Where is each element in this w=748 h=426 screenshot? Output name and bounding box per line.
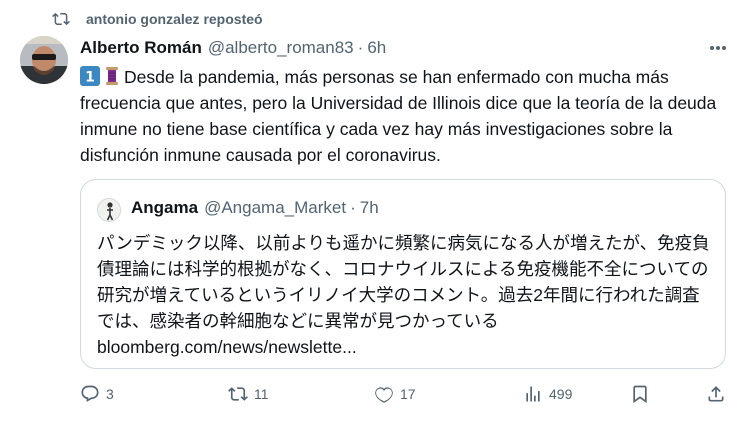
bookmark-icon [633,385,647,404]
author-name[interactable]: Alberto Román [80,38,202,58]
quote-text: パンデミック以降、以前よりも遥かに頻繁に病気になる人が増えたが、免疫負債理論には… [97,230,717,360]
repost-icon [52,12,70,26]
tweet-header: Alberto Román @alberto_roman83 · 6h [80,38,386,58]
svg-text:1: 1 [85,70,95,86]
keycap-one-emoji: 1 [80,66,100,86]
bookmark-button[interactable] [630,384,650,404]
more-options-icon[interactable] [706,38,730,58]
quote-author-name[interactable]: Angama [131,198,198,218]
views-count: 499 [549,386,573,402]
like-button[interactable]: 17 [374,384,416,404]
quote-text-content: パンデミック以降、以前よりも遥かに頻繁に病気になる人が増えたが、免疫負債理論には… [97,233,710,331]
reply-count: 3 [106,386,114,402]
quote-link[interactable]: bloomberg.com/news/newslette... [97,337,357,357]
reply-icon [81,385,99,402]
quote-header: Angama @Angama_Market · 7h [131,198,379,218]
repost-action-icon [228,387,248,401]
repost-count: 11 [254,386,269,402]
quote-time[interactable]: 7h [360,198,379,218]
repost-button[interactable]: 11 [228,384,269,404]
tweet-time[interactable]: 6h [367,38,386,58]
quote-author-handle[interactable]: @Angama_Market [204,198,346,218]
action-bar: 3 11 17 499 [0,384,748,412]
thread-spool-emoji [106,67,118,85]
views-button[interactable]: 499 [523,384,572,404]
repost-label[interactable]: antonio gonzalez reposteó [86,11,263,27]
share-icon [708,386,724,402]
repost-indicator [52,9,70,29]
reply-button[interactable]: 3 [80,384,114,404]
like-count: 17 [400,386,416,402]
share-button[interactable] [706,384,726,404]
heart-icon [375,387,393,403]
tweet-text-content: Desde la pandemia, más personas se han e… [80,67,717,165]
tweet-text: 1 Desde la pandemia, más personas se han… [80,64,730,168]
avatar[interactable] [20,36,68,84]
quote-avatar[interactable] [97,198,121,222]
quote-separator-dot: · [350,198,356,217]
separator-dot: · [357,38,364,57]
author-handle[interactable]: @alberto_roman83 [208,38,354,58]
quoted-tweet[interactable]: Angama @Angama_Market · 7h パンデミック以降、以前より… [80,179,726,369]
views-chart-icon [526,386,540,402]
